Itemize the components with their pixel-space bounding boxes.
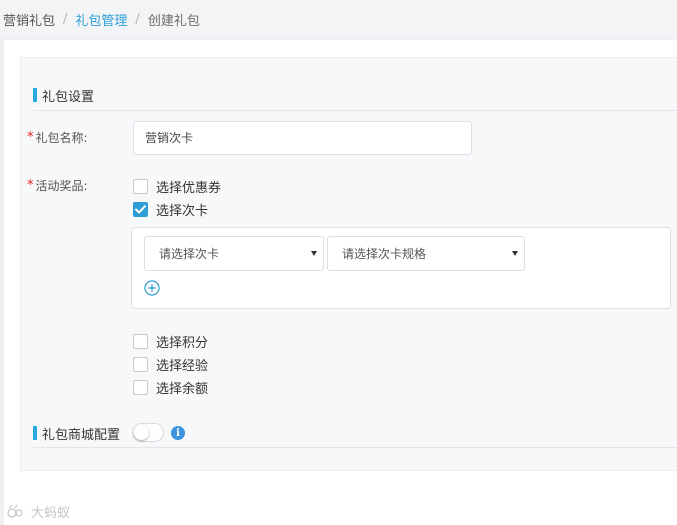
section-header-mall-config: 礼包商城配置 (33, 418, 120, 448)
checkbox-box-checked[interactable] (133, 201, 148, 217)
times-card-select-value: 请选择次卡 (159, 247, 220, 261)
checkbox-times-card[interactable]: 选择次卡 (133, 200, 209, 219)
checkbox-balance[interactable]: 选择余额 (133, 378, 209, 397)
activity-prizes-label: * 活动奖品: (27, 177, 88, 194)
gift-name-label: * 礼包名称: (27, 129, 88, 146)
checkbox-box[interactable] (133, 333, 148, 349)
gift-name-label-text: 礼包名称: (35, 131, 88, 145)
check-icon (135, 204, 146, 213)
watermark: 大蚂蚁 (6, 502, 70, 521)
checkbox-label: 选择余额 (156, 381, 209, 397)
breadcrumb: 营销礼包 / 礼包管理 / 创建礼包 (0, 0, 677, 38)
checkbox-label: 选择经验 (156, 358, 209, 374)
required-mark: * (27, 130, 34, 145)
chevron-down-icon (512, 251, 518, 256)
times-card-select[interactable]: 请选择次卡 (144, 236, 324, 271)
times-card-config-box: 请选择次卡 请选择次卡规格 (131, 227, 671, 309)
info-icon[interactable]: i (171, 426, 185, 440)
toggle-knob[interactable] (134, 425, 149, 440)
section-title: 礼包商城配置 (42, 427, 121, 443)
section-title: 礼包设置 (42, 89, 95, 105)
breadcrumb-item-create-gift: 创建礼包 (147, 13, 200, 29)
times-card-spec-select[interactable]: 请选择次卡规格 (327, 236, 525, 271)
breadcrumb-item-marketing-gift[interactable]: 营销礼包 (3, 10, 55, 29)
breadcrumb-separator: / (135, 11, 140, 27)
gift-name-input[interactable]: 营销次卡 (133, 121, 472, 155)
chevron-down-icon (311, 251, 317, 256)
activity-prizes-label-text: 活动奖品: (35, 179, 88, 193)
checkbox-label: 选择优惠券 (156, 180, 222, 196)
watermark-text: 大蚂蚁 (31, 506, 71, 521)
section-divider (33, 447, 677, 448)
mall-config-toggle[interactable] (132, 423, 164, 442)
checkbox-box[interactable] (133, 178, 148, 194)
checkbox-coupon[interactable]: 选择优惠券 (133, 177, 222, 196)
plus-circle-icon[interactable] (144, 280, 160, 296)
section-accent-bar (33, 426, 37, 440)
checkbox-label: 选择积分 (156, 335, 209, 351)
breadcrumb-item-gift-management[interactable]: 礼包管理 (75, 10, 127, 29)
checkbox-points[interactable]: 选择积分 (133, 332, 209, 351)
checkbox-box[interactable] (133, 356, 148, 372)
section-accent-bar (33, 88, 37, 102)
form-panel: 礼包设置 * 礼包名称: 营销次卡 * 活动奖品: 选择优惠券 选择次卡 请选择… (20, 57, 677, 471)
section-divider (33, 110, 677, 111)
checkbox-label: 选择次卡 (156, 203, 209, 219)
section-header-gift-settings: 礼包设置 (33, 80, 94, 110)
ant-logo-icon (7, 504, 23, 518)
checkbox-box[interactable] (133, 379, 148, 395)
required-mark: * (27, 178, 34, 193)
times-card-spec-select-value: 请选择次卡规格 (342, 247, 427, 261)
checkbox-experience[interactable]: 选择经验 (133, 355, 209, 374)
breadcrumb-separator: / (63, 11, 68, 27)
main-card: 礼包设置 * 礼包名称: 营销次卡 * 活动奖品: 选择优惠券 选择次卡 请选择… (4, 40, 677, 525)
